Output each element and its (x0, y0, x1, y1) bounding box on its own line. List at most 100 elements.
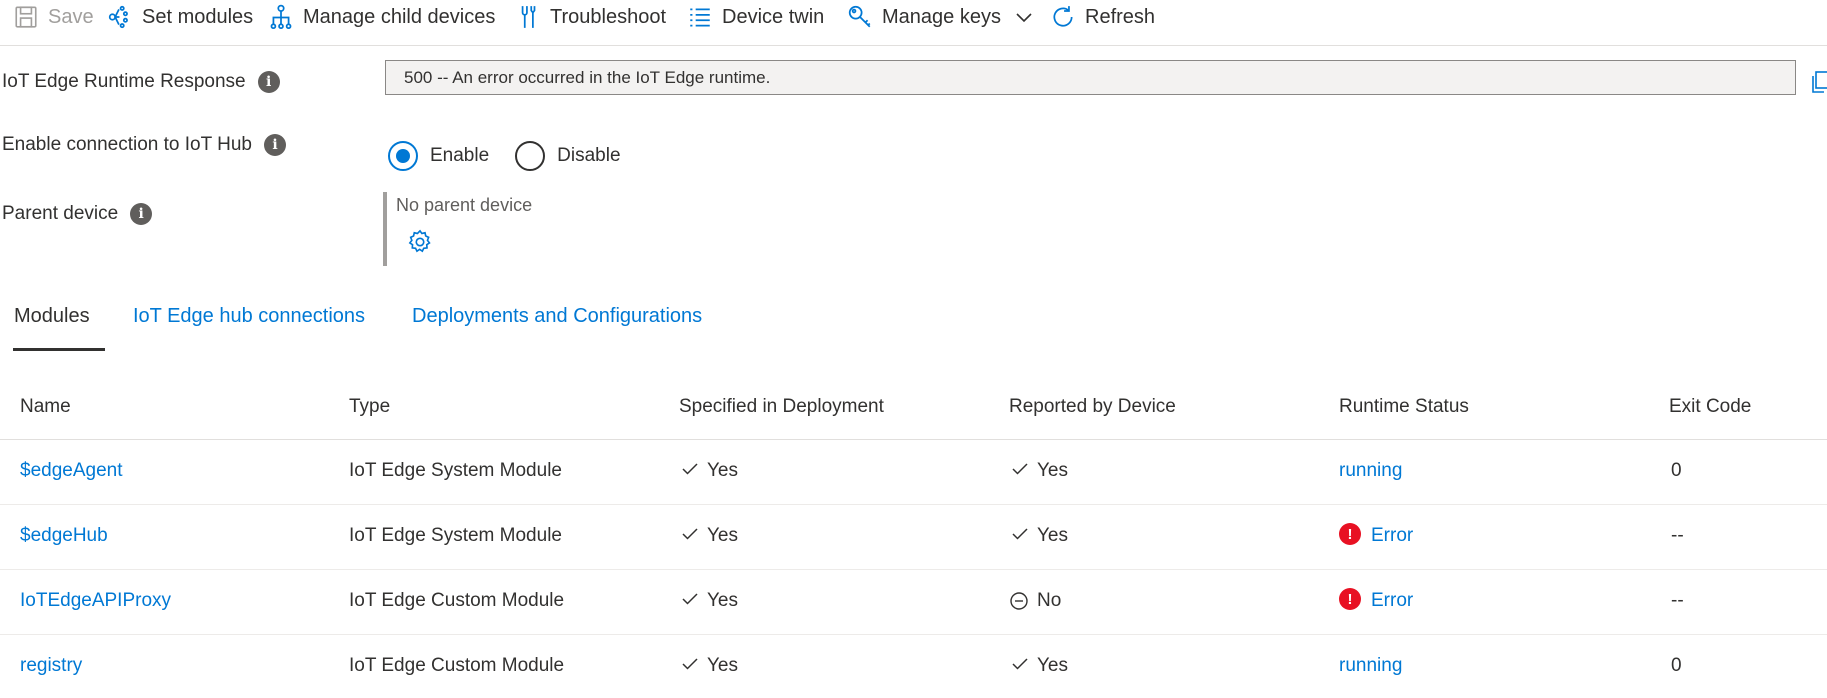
reported-value: No (1037, 590, 1062, 611)
info-icon[interactable]: i (257, 71, 280, 93)
connection-radio-group: Enable Disable (388, 141, 647, 171)
manage-child-devices-button[interactable]: Manage child devices (267, 0, 495, 34)
reported-cell: Yes (1011, 655, 1068, 677)
specified-value: Yes (707, 525, 738, 546)
wrench-icon (514, 3, 542, 31)
parent-device-bar (383, 192, 387, 266)
enable-radio[interactable]: Enable (388, 141, 489, 171)
column-header-type[interactable]: Type (349, 396, 390, 418)
runtime-status-link[interactable]: running (1339, 460, 1402, 482)
reported-cell: Yes (1011, 460, 1068, 482)
module-type: IoT Edge System Module (349, 460, 562, 481)
checkmark-icon (1011, 655, 1029, 673)
error-icon: ! (1339, 523, 1361, 545)
module-type: IoT Edge System Module (349, 525, 562, 546)
checkmark-icon (1011, 460, 1029, 478)
column-header-exit-code[interactable]: Exit Code (1669, 396, 1751, 418)
specified-cell: Yes (681, 590, 738, 612)
runtime-status-link[interactable]: Error (1371, 590, 1413, 612)
refresh-label: Refresh (1085, 5, 1156, 28)
set-modules-icon (106, 3, 134, 31)
device-twin-button[interactable]: Device twin (686, 0, 824, 34)
reported-value: Yes (1037, 460, 1068, 481)
exit-code: -- (1671, 525, 1684, 546)
table-row: IoTEdgeAPIProxy IoT Edge Custom Module Y… (0, 570, 1827, 635)
checkmark-icon (681, 460, 699, 478)
info-icon[interactable]: i (264, 134, 286, 156)
set-modules-button[interactable]: Set modules (106, 0, 253, 34)
modules-table: Name Type Specified in Deployment Report… (0, 374, 1827, 698)
enable-radio-label: Enable (430, 145, 490, 166)
manage-keys-button[interactable]: Manage keys (846, 0, 1033, 34)
module-name-link[interactable]: IoTEdgeAPIProxy (20, 590, 171, 612)
list-icon (686, 3, 714, 31)
column-header-name[interactable]: Name (20, 396, 71, 418)
exit-code: -- (1671, 590, 1684, 611)
tab-hub-connections[interactable]: IoT Edge hub connections (133, 305, 365, 351)
runtime-response-label-text: IoT Edge Runtime Response (2, 71, 246, 92)
save-label: Save (48, 5, 94, 28)
column-header-status[interactable]: Runtime Status (1339, 396, 1469, 418)
runtime-status-cell: ! Error (1339, 588, 1413, 612)
device-twin-label: Device twin (722, 5, 825, 28)
minus-circle-icon (1009, 591, 1029, 611)
refresh-icon (1049, 3, 1077, 31)
save-button[interactable]: Save (12, 0, 94, 34)
reported-cell: No (1009, 590, 1061, 612)
reported-value: Yes (1037, 525, 1068, 546)
set-modules-label: Set modules (142, 5, 254, 28)
troubleshoot-button[interactable]: Troubleshoot (514, 0, 666, 34)
column-header-specified[interactable]: Specified in Deployment (679, 396, 884, 418)
reported-value: Yes (1037, 655, 1068, 676)
specified-cell: Yes (681, 460, 738, 482)
module-name-link[interactable]: $edgeAgent (20, 460, 123, 482)
specified-cell: Yes (681, 655, 738, 677)
troubleshoot-label: Troubleshoot (550, 5, 666, 28)
tab-modules[interactable]: Modules (13, 305, 105, 351)
connection-label: Enable connection to IoT Hub i (2, 134, 286, 156)
module-name-link[interactable]: $edgeHub (20, 525, 108, 547)
table-row: $edgeHub IoT Edge System Module Yes Yes … (0, 505, 1827, 570)
connection-label-text: Enable connection to IoT Hub (2, 134, 252, 155)
chevron-down-icon[interactable] (1015, 11, 1033, 23)
enable-radio-circle[interactable] (388, 141, 418, 171)
tab-modules-label: Modules (14, 305, 90, 327)
exit-code: 0 (1671, 460, 1682, 481)
radio-dot (396, 149, 410, 163)
checkmark-icon (681, 590, 699, 608)
specified-value: Yes (707, 590, 738, 611)
save-icon (12, 3, 40, 31)
module-type: IoT Edge Custom Module (349, 590, 565, 611)
disable-radio-circle[interactable] (515, 141, 546, 171)
module-name-link[interactable]: registry (20, 655, 82, 677)
exit-code: 0 (1671, 655, 1682, 676)
active-tab-indicator (13, 348, 105, 351)
runtime-status-link[interactable]: running (1339, 655, 1402, 677)
gear-icon[interactable] (406, 228, 434, 256)
hierarchy-icon (267, 3, 295, 31)
runtime-status-link[interactable]: Error (1371, 525, 1413, 547)
parent-device-value: No parent device (396, 195, 533, 215)
parent-device-label-text: Parent device (2, 203, 119, 224)
copy-icon[interactable] (1812, 70, 1827, 94)
runtime-response-value: 500 -- An error occurred in the IoT Edge… (404, 67, 771, 87)
checkmark-icon (1011, 525, 1029, 543)
disable-radio-label: Disable (557, 145, 621, 166)
checkmark-icon (681, 655, 699, 673)
manage-child-devices-label: Manage child devices (303, 5, 496, 28)
disable-radio[interactable]: Disable (515, 141, 621, 171)
info-icon[interactable]: i (130, 203, 153, 225)
tab-hub-connections-label: IoT Edge hub connections (133, 305, 366, 327)
tab-deployments-label: Deployments and Configurations (412, 305, 703, 327)
tab-deployments[interactable]: Deployments and Configurations (412, 305, 702, 351)
column-header-reported[interactable]: Reported by Device (1009, 396, 1176, 418)
specified-value: Yes (707, 460, 738, 481)
refresh-button[interactable]: Refresh (1049, 0, 1155, 34)
runtime-status-cell: ! Error (1339, 523, 1413, 547)
error-icon: ! (1339, 588, 1361, 610)
reported-cell: Yes (1011, 525, 1068, 547)
runtime-response-label: IoT Edge Runtime Response i (2, 71, 280, 93)
table-row: registry IoT Edge Custom Module Yes Yes … (0, 635, 1827, 698)
runtime-response-field[interactable]: 500 -- An error occurred in the IoT Edge… (385, 60, 1796, 95)
specified-cell: Yes (681, 525, 738, 547)
